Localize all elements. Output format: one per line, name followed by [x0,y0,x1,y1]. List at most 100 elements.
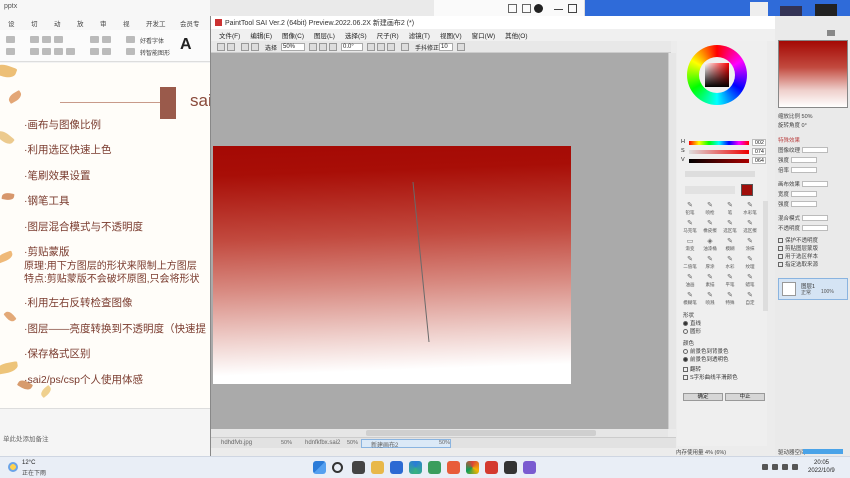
list-icon[interactable] [90,36,99,43]
text-style-button[interactable]: A [180,36,192,54]
zoom-out-icon[interactable] [309,43,317,51]
app-icon[interactable] [523,461,536,474]
clock-time[interactable]: 20:05 [814,460,829,466]
app-icon[interactable] [447,461,460,474]
numbered-list-icon[interactable] [102,36,111,43]
chrome-icon[interactable] [466,461,479,474]
ribbon-tab[interactable]: 切换 [31,18,42,38]
weather-icon[interactable] [8,462,18,472]
layer-option[interactable]: 剪贴图层蒙版 [778,244,818,252]
brush-tool[interactable]: ✎ 选区擦 [741,219,759,235]
desktop-thumbnail[interactable] [750,2,768,17]
edge-icon[interactable] [409,461,422,474]
brush-tool[interactable]: ✎ 水彩 [721,255,739,271]
layer-option[interactable]: 指定选取来源 [778,260,818,268]
brush-tool[interactable]: ✎ 选区笔 [721,219,739,235]
window-icon[interactable] [522,4,531,13]
maximize-icon[interactable] [568,4,577,13]
brush-tool[interactable]: ✎ 厚涂 [701,255,719,271]
hue-value[interactable]: 002 [752,139,766,146]
doc-tab[interactable]: hdhdfvb.jpg [221,440,252,448]
effect-field[interactable] [791,191,818,197]
brush-tool[interactable]: ✎ 素描 [701,273,719,289]
doc-tab[interactable]: 新建画布2 [371,440,398,449]
menu-view[interactable]: 视图(V) [440,30,462,40]
text-box-icon[interactable] [126,36,135,43]
smartart-label[interactable]: 转智能图形 [140,48,170,57]
zoom-reset-icon[interactable] [329,43,337,51]
italic-icon[interactable] [42,36,51,43]
minimize-icon[interactable] [554,9,563,10]
undo-icon[interactable] [241,43,249,51]
selection-tool-icons[interactable] [685,186,735,194]
ribbon-tab[interactable]: 动画 [54,18,65,38]
rotate-right-icon[interactable] [377,43,385,51]
horizontal-scrollbar-thumb[interactable] [366,430,596,436]
rotate-reset-icon[interactable] [387,43,395,51]
paste-icon[interactable] [6,36,15,43]
menu-select[interactable]: 选择(S) [345,30,367,40]
stabilizer-dropdown-icon[interactable] [457,43,465,51]
effect-field[interactable] [791,201,818,207]
network-icon[interactable] [772,464,778,470]
menu-window[interactable]: 窗口(W) [472,30,495,40]
brush-tool[interactable]: ✎ 平笔 [721,273,739,289]
file-explorer-icon[interactable] [371,461,384,474]
stabilizer-field[interactable]: 10 [439,43,453,51]
value-slider[interactable] [689,159,749,163]
color-fg-transparent-option[interactable]: 前景色到透明色 [683,355,729,363]
vertical-scrollbar[interactable] [668,53,676,429]
saturation-value-square[interactable] [705,63,729,87]
brush-tool[interactable]: ✎ 自定 [741,291,759,307]
ribbon-tab[interactable]: 开发工具 [146,18,168,38]
brush-tool[interactable]: ✎ 涂抹 [741,237,759,253]
smartart-icon[interactable] [126,48,135,55]
tool-panel-scrollbar[interactable] [763,201,768,311]
clock-date[interactable]: 2022/10/9 [808,468,835,474]
color-wheel[interactable] [687,45,747,105]
menu-filter[interactable]: 滤镜(T) [409,30,430,40]
cancel-button[interactable]: 中止 [725,393,765,401]
rotate-left-icon[interactable] [367,43,375,51]
outdent-icon[interactable] [102,48,111,55]
drawing-canvas[interactable] [213,146,571,384]
layer-option[interactable]: 保护不透明度 [778,236,818,244]
search-icon[interactable] [332,462,343,473]
open-icon[interactable] [227,43,235,51]
navigator-preview[interactable] [778,40,848,108]
brush-tool[interactable]: ✎ 特殊 [721,291,739,307]
tray-chevron-icon[interactable] [762,464,768,470]
brush-tool[interactable]: ✎ 水彩笔 [741,201,759,217]
brush-tool[interactable]: ✎ 喷溅 [701,291,719,307]
battery-icon[interactable] [792,464,798,470]
ribbon-tab[interactable]: 视图 [123,18,134,38]
ribbon-tab[interactable]: 设计 [8,18,19,38]
menu-ruler[interactable]: 尺子(R) [377,30,399,40]
app-icon[interactable] [534,4,543,13]
menu-layer[interactable]: 图层(L) [314,30,335,40]
start-icon[interactable] [313,461,326,474]
bold-icon[interactable] [30,36,39,43]
canvas-viewport[interactable] [211,53,668,429]
store-icon[interactable] [390,461,403,474]
panel-menu-icon[interactable] [827,30,835,36]
saturation-slider[interactable] [689,150,749,154]
rotation-value[interactable]: 0° [802,123,807,129]
volume-icon[interactable] [782,464,788,470]
ribbon-tab[interactable]: 会员专享 [180,18,202,38]
align-center-icon[interactable] [42,48,51,55]
weather-temperature[interactable]: 12°C [22,460,35,466]
brush-tool[interactable]: ▭ 渐变 [681,237,699,253]
indent-icon[interactable] [90,48,99,55]
app-icon[interactable] [504,461,517,474]
slide-canvas[interactable]: sai ·画布与图像比例 ·利用选区快速上色 ·笔刷效果设置 ·钢笔工具 ·图层… [0,63,210,408]
new-icon[interactable] [217,43,225,51]
opacity-slider[interactable] [802,225,829,231]
notes-pane[interactable]: 单此处添加备注 [0,408,210,456]
shape-linear-option[interactable]: 直线 [683,319,701,327]
brush-tool[interactable]: ✎ 二值笔 [681,255,699,271]
menu-edit[interactable]: 编辑(E) [250,30,272,40]
horizontal-scrollbar[interactable] [211,429,668,437]
s-curve-option[interactable]: S字形曲线平滑颜色 [683,373,738,381]
text-box-label[interactable]: 好看字体 [140,36,164,45]
